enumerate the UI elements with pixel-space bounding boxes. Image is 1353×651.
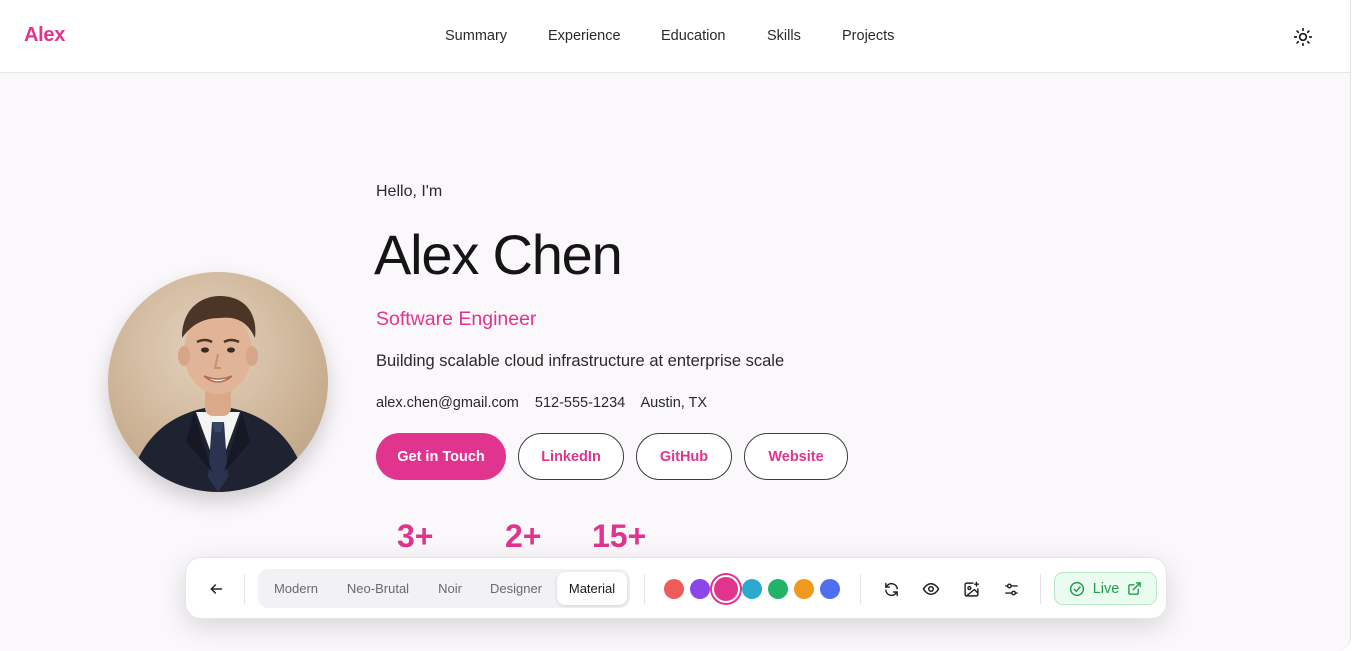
- arrow-left-icon: [208, 581, 224, 597]
- top-header: Alex Summary Experience Education Skills…: [0, 0, 1350, 73]
- image-sparkle-icon: [963, 581, 980, 598]
- theme-tab-neo-brutal[interactable]: Neo-Brutal: [334, 572, 422, 605]
- stat-value: 3+: [397, 518, 434, 554]
- image-ai-button[interactable]: [957, 575, 985, 603]
- toolbar-divider: [1040, 574, 1041, 604]
- nav-skills[interactable]: Skills: [767, 28, 801, 44]
- hero-name: Alex Chen: [374, 223, 623, 286]
- contact-email[interactable]: alex.chen@gmail.com: [376, 395, 519, 411]
- nav-summary[interactable]: Summary: [445, 28, 507, 44]
- greeting-text: Hello, I'm: [376, 183, 443, 200]
- color-swatch-pink[interactable]: [712, 575, 740, 603]
- live-site-button[interactable]: Live: [1054, 572, 1157, 605]
- theme-tab-material[interactable]: Material: [557, 572, 627, 605]
- website-button[interactable]: Website: [744, 433, 848, 480]
- refresh-icon: [883, 581, 900, 598]
- nav-projects[interactable]: Projects: [842, 28, 894, 44]
- settings-sliders-button[interactable]: [997, 575, 1025, 603]
- check-circle-icon: [1069, 581, 1085, 597]
- color-swatch-green[interactable]: [768, 579, 788, 599]
- toolbar-divider: [244, 574, 245, 604]
- stat-value: 2+: [505, 518, 542, 554]
- external-link-icon: [1127, 581, 1142, 596]
- color-swatch-orange[interactable]: [794, 579, 814, 599]
- theme-selector: Modern Neo-Brutal Noir Designer Material: [258, 569, 630, 608]
- contact-location: Austin, TX: [640, 395, 708, 411]
- nav-education[interactable]: Education: [661, 28, 726, 44]
- theme-tab-designer[interactable]: Designer: [478, 572, 554, 605]
- editor-toolbar: Modern Neo-Brutal Noir Designer Material: [185, 557, 1167, 619]
- portfolio-page: Alex Summary Experience Education Skills…: [0, 0, 1351, 651]
- stat-value: 15+: [592, 518, 647, 554]
- get-in-touch-button[interactable]: Get in Touch: [376, 433, 506, 480]
- theme-tab-noir[interactable]: Noir: [426, 572, 474, 605]
- github-button[interactable]: GitHub: [636, 433, 732, 480]
- back-button[interactable]: [202, 575, 230, 603]
- tagline: Building scalable cloud infrastructure a…: [376, 352, 785, 370]
- main-nav: Summary Experience Education Skills Proj…: [0, 28, 1350, 48]
- eye-icon: [922, 580, 940, 598]
- linkedin-button[interactable]: LinkedIn: [518, 433, 624, 480]
- sun-icon: [1293, 27, 1313, 47]
- contact-phone[interactable]: 512-555-1234: [535, 395, 625, 411]
- profile-avatar: [108, 272, 328, 492]
- job-title: Software Engineer: [376, 308, 537, 330]
- toolbar-divider: [644, 574, 645, 604]
- theme-toggle-button[interactable]: [1290, 24, 1316, 50]
- toolbar-divider: [860, 574, 861, 604]
- theme-tab-modern[interactable]: Modern: [262, 572, 330, 605]
- portrait-illustration: [128, 296, 308, 492]
- color-swatch-cyan[interactable]: [742, 579, 762, 599]
- nav-experience[interactable]: Experience: [548, 28, 621, 44]
- refresh-button[interactable]: [877, 575, 905, 603]
- preview-button[interactable]: [917, 575, 945, 603]
- sliders-icon: [1003, 581, 1020, 598]
- color-swatch-red[interactable]: [664, 579, 684, 599]
- contact-info: alex.chen@gmail.com 512-555-1234 Austin,…: [376, 395, 719, 411]
- live-label: Live: [1092, 580, 1120, 597]
- color-swatch-blue[interactable]: [820, 579, 840, 599]
- color-swatch-purple[interactable]: [690, 579, 710, 599]
